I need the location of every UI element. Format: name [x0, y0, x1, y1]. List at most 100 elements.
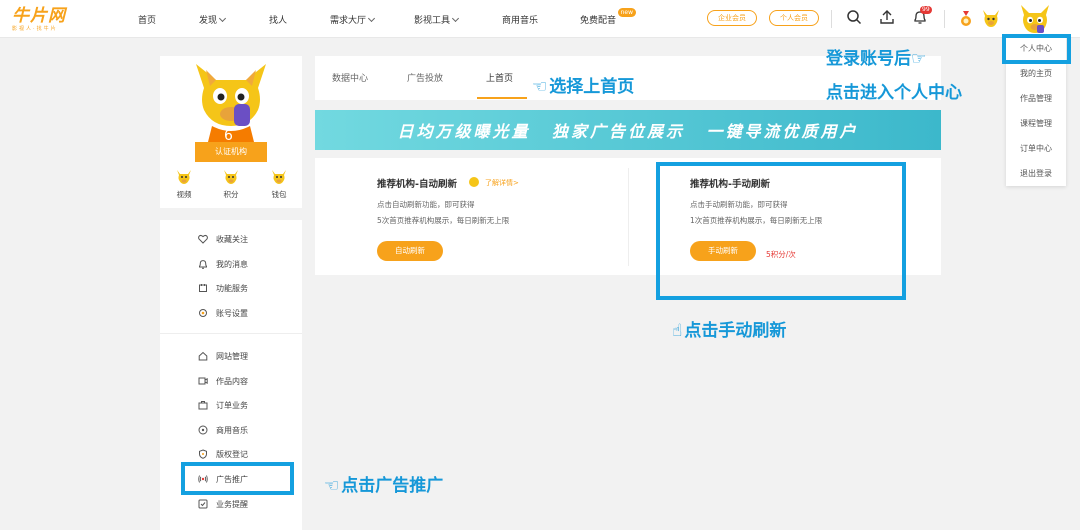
- dropdown-course-management[interactable]: 课程管理: [1006, 111, 1066, 136]
- pointing-hand-icon: ☝: [672, 321, 683, 341]
- learn-more-link[interactable]: 了解详情>: [485, 178, 519, 188]
- menu-works-content[interactable]: 作品内容: [198, 373, 248, 389]
- upload-icon[interactable]: [879, 9, 897, 27]
- menu-favorites[interactable]: 收藏关注: [198, 231, 248, 247]
- menu-order-business-label: 订单业务: [216, 400, 248, 410]
- menu-site-management[interactable]: 网站管理: [198, 348, 248, 364]
- menu-commercial-music[interactable]: 商用音乐: [198, 422, 248, 438]
- active-tab-indicator: [477, 97, 527, 99]
- chevron-down-icon: [218, 14, 227, 23]
- video-icon: [198, 377, 208, 385]
- auto-refresh-desc-1: 点击自动刷新功能，即可获得: [377, 200, 475, 209]
- enterprise-member-button[interactable]: 企业会员: [707, 10, 757, 26]
- logo-tagline: 影视人·找牛片: [12, 26, 58, 32]
- menu-commercial-music-label: 商用音乐: [216, 425, 248, 435]
- chevron-down-icon: [451, 14, 460, 23]
- certify-organization-button[interactable]: 认证机构: [195, 142, 267, 162]
- nav-discover[interactable]: 发现: [199, 13, 227, 26]
- auto-refresh-title: 推荐机构-自动刷新: [377, 179, 457, 190]
- nav-free-dubbing[interactable]: 免费配音 new: [580, 8, 637, 26]
- nav-video-tools-label: 影视工具: [414, 16, 451, 26]
- menu-services[interactable]: 功能服务: [198, 280, 248, 296]
- auto-refresh-button[interactable]: 自动刷新: [377, 241, 443, 261]
- stat-points[interactable]: 积分: [216, 168, 246, 200]
- bell-icon[interactable]: 99: [912, 6, 932, 27]
- nav-commercial-music[interactable]: 商用音乐: [502, 13, 538, 26]
- pointing-hand-icon: ☜: [532, 77, 548, 97]
- bell-icon: [199, 260, 207, 269]
- menu-messages-label: 我的消息: [216, 259, 248, 269]
- annotation-click-manual: ☝ 点击手动刷新: [672, 316, 786, 341]
- divider: [944, 10, 945, 28]
- nav-home-label: 首页: [138, 16, 157, 26]
- search-icon[interactable]: [846, 9, 864, 27]
- annotation-enter-center: 点击进入个人中心: [826, 78, 962, 103]
- annotation-select-home-text: 选择上首页: [549, 77, 635, 97]
- home-icon: [198, 351, 208, 361]
- menu-account-settings[interactable]: 账号设置: [198, 305, 248, 321]
- tab-data-center[interactable]: 数据中心: [332, 71, 368, 84]
- svg-text:6: 6: [224, 128, 233, 142]
- nav-discover-label: 发现: [199, 16, 218, 26]
- profile-card: 6 认证机构 视频 积分 钱包: [160, 56, 302, 208]
- menu-account-settings-label: 账号设置: [216, 308, 248, 318]
- highlight-ad-promotion: [181, 462, 294, 495]
- annotation-login: 登录账号后☞: [826, 44, 928, 69]
- pointing-hand-icon: ☜: [324, 476, 340, 496]
- info-icon: [469, 177, 479, 187]
- nav-demand-hall-label: 需求大厅: [330, 16, 367, 26]
- menu-messages[interactable]: 我的消息: [198, 256, 248, 272]
- reminder-icon: [198, 499, 208, 509]
- highlight-manual-refresh: [656, 162, 906, 300]
- nav-home[interactable]: 首页: [138, 13, 156, 26]
- stat-wallet-label: 钱包: [271, 190, 287, 199]
- divider: [831, 10, 832, 28]
- menu-services-label: 功能服务: [216, 283, 248, 293]
- dropdown-order-center[interactable]: 订单中心: [1006, 136, 1066, 161]
- gear-icon: [199, 309, 207, 317]
- tab-homepage[interactable]: 上首页: [486, 71, 513, 84]
- new-badge: new: [617, 8, 637, 17]
- auto-refresh-desc-2: 5次首页推荐机构展示，每日刷新无上限: [377, 216, 510, 225]
- mascot-video-icon: [177, 170, 191, 184]
- stat-video[interactable]: 视频: [169, 168, 199, 200]
- annotation-click-ad: ☜ 点击广告推广: [324, 471, 443, 496]
- medal-icon[interactable]: [958, 10, 976, 28]
- nav-free-dubbing-label: 免费配音: [580, 16, 617, 26]
- annotation-click-ad-text: 点击广告推广: [341, 476, 444, 496]
- nav-video-tools[interactable]: 影视工具: [414, 13, 460, 26]
- menu-copyright-registration[interactable]: 版权登记: [198, 446, 248, 462]
- menu-separator: [160, 333, 302, 334]
- dropdown-logout[interactable]: 退出登录: [1006, 161, 1066, 186]
- nav-find-people[interactable]: 找人: [269, 13, 287, 26]
- annotation-enter-center-text: 点击进入个人中心: [826, 83, 962, 103]
- shield-icon: [199, 449, 207, 459]
- stat-video-label: 视频: [176, 190, 192, 199]
- menu-site-management-label: 网站管理: [216, 351, 248, 361]
- promo-banner: 日均万级曝光量 独家广告位展示 一键导流优质用户: [315, 110, 941, 150]
- nav-demand-hall[interactable]: 需求大厅: [330, 13, 376, 26]
- mascot-avatar-large: 6: [188, 56, 274, 145]
- order-icon: [198, 401, 208, 410]
- annotation-login-text: 登录账号后: [826, 49, 911, 69]
- music-icon: [198, 425, 208, 435]
- banner-text: 日均万级曝光量 独家广告位展示 一键导流优质用户: [397, 124, 859, 141]
- mascot-small-icon[interactable]: [980, 7, 1002, 29]
- dropdown-my-homepage[interactable]: 我的主页: [1006, 61, 1066, 86]
- notification-count-badge: 99: [920, 6, 932, 14]
- logo-text: 牛片网: [12, 6, 66, 25]
- menu-business-reminder[interactable]: 业务提醒: [198, 496, 248, 512]
- tab-ad-placement[interactable]: 广告投放: [407, 71, 443, 84]
- annotation-click-manual-text: 点击手动刷新: [684, 321, 787, 341]
- menu-works-content-label: 作品内容: [216, 376, 248, 386]
- stat-wallet[interactable]: 钱包: [264, 168, 294, 200]
- site-logo[interactable]: 牛片网 影视人·找牛片: [12, 7, 66, 32]
- dropdown-works-management[interactable]: 作品管理: [1006, 86, 1066, 111]
- user-avatar[interactable]: [1017, 2, 1053, 36]
- stat-points-label: 积分: [223, 190, 239, 199]
- personal-member-button[interactable]: 个人会员: [769, 10, 819, 26]
- panel-divider: [628, 168, 629, 266]
- menu-order-business[interactable]: 订单业务: [198, 397, 248, 413]
- mascot-points-icon: [224, 170, 238, 184]
- highlight-personal-center: [1002, 34, 1071, 64]
